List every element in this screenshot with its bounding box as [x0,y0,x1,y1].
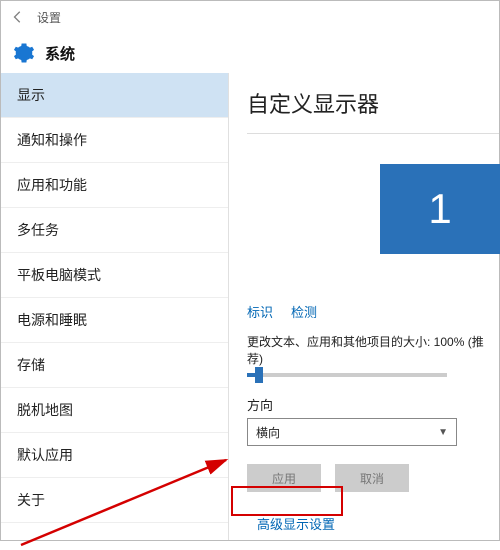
sidebar: 显示通知和操作应用和功能多任务平板电脑模式电源和睡眠存储脱机地图默认应用关于 [1,73,229,540]
advanced-display-link[interactable]: 高级显示设置 [247,508,345,539]
scale-label: 更改文本、应用和其他项目的大小: 100% (推荐) [247,333,499,367]
cancel-button[interactable]: 取消 [335,464,409,492]
sidebar-item-3[interactable]: 多任务 [1,208,228,253]
monitor-preview-area: 1 [247,133,499,254]
orientation-label: 方向 [247,395,499,414]
header: 系统 [1,33,499,73]
apply-button[interactable]: 应用 [247,464,321,492]
titlebar: 设置 [1,1,499,33]
gear-icon [13,42,35,64]
scale-slider[interactable] [247,373,447,377]
orientation-select[interactable]: 横向 ▼ [247,418,457,446]
sidebar-item-2[interactable]: 应用和功能 [1,163,228,208]
sidebar-item-1[interactable]: 通知和操作 [1,118,228,163]
sidebar-item-4[interactable]: 平板电脑模式 [1,253,228,298]
sidebar-item-0[interactable]: 显示 [1,73,228,118]
header-title: 系统 [45,43,75,64]
page-title: 自定义显示器 [247,87,499,119]
identify-link[interactable]: 标识 [247,302,273,321]
sidebar-item-9[interactable]: 关于 [1,478,228,523]
detect-link[interactable]: 检测 [291,302,317,321]
back-icon[interactable] [9,8,27,26]
sidebar-item-7[interactable]: 脱机地图 [1,388,228,433]
chevron-down-icon: ▼ [438,427,448,438]
monitor-tile-1[interactable]: 1 [380,164,500,254]
slider-thumb[interactable] [255,367,263,383]
sidebar-item-8[interactable]: 默认应用 [1,433,228,478]
sidebar-item-5[interactable]: 电源和睡眠 [1,298,228,343]
content-panel: 自定义显示器 1 标识 检测 更改文本、应用和其他项目的大小: 100% (推荐… [229,73,499,540]
sidebar-item-6[interactable]: 存储 [1,343,228,388]
orientation-value: 横向 [256,424,280,441]
titlebar-label: 设置 [37,9,61,26]
